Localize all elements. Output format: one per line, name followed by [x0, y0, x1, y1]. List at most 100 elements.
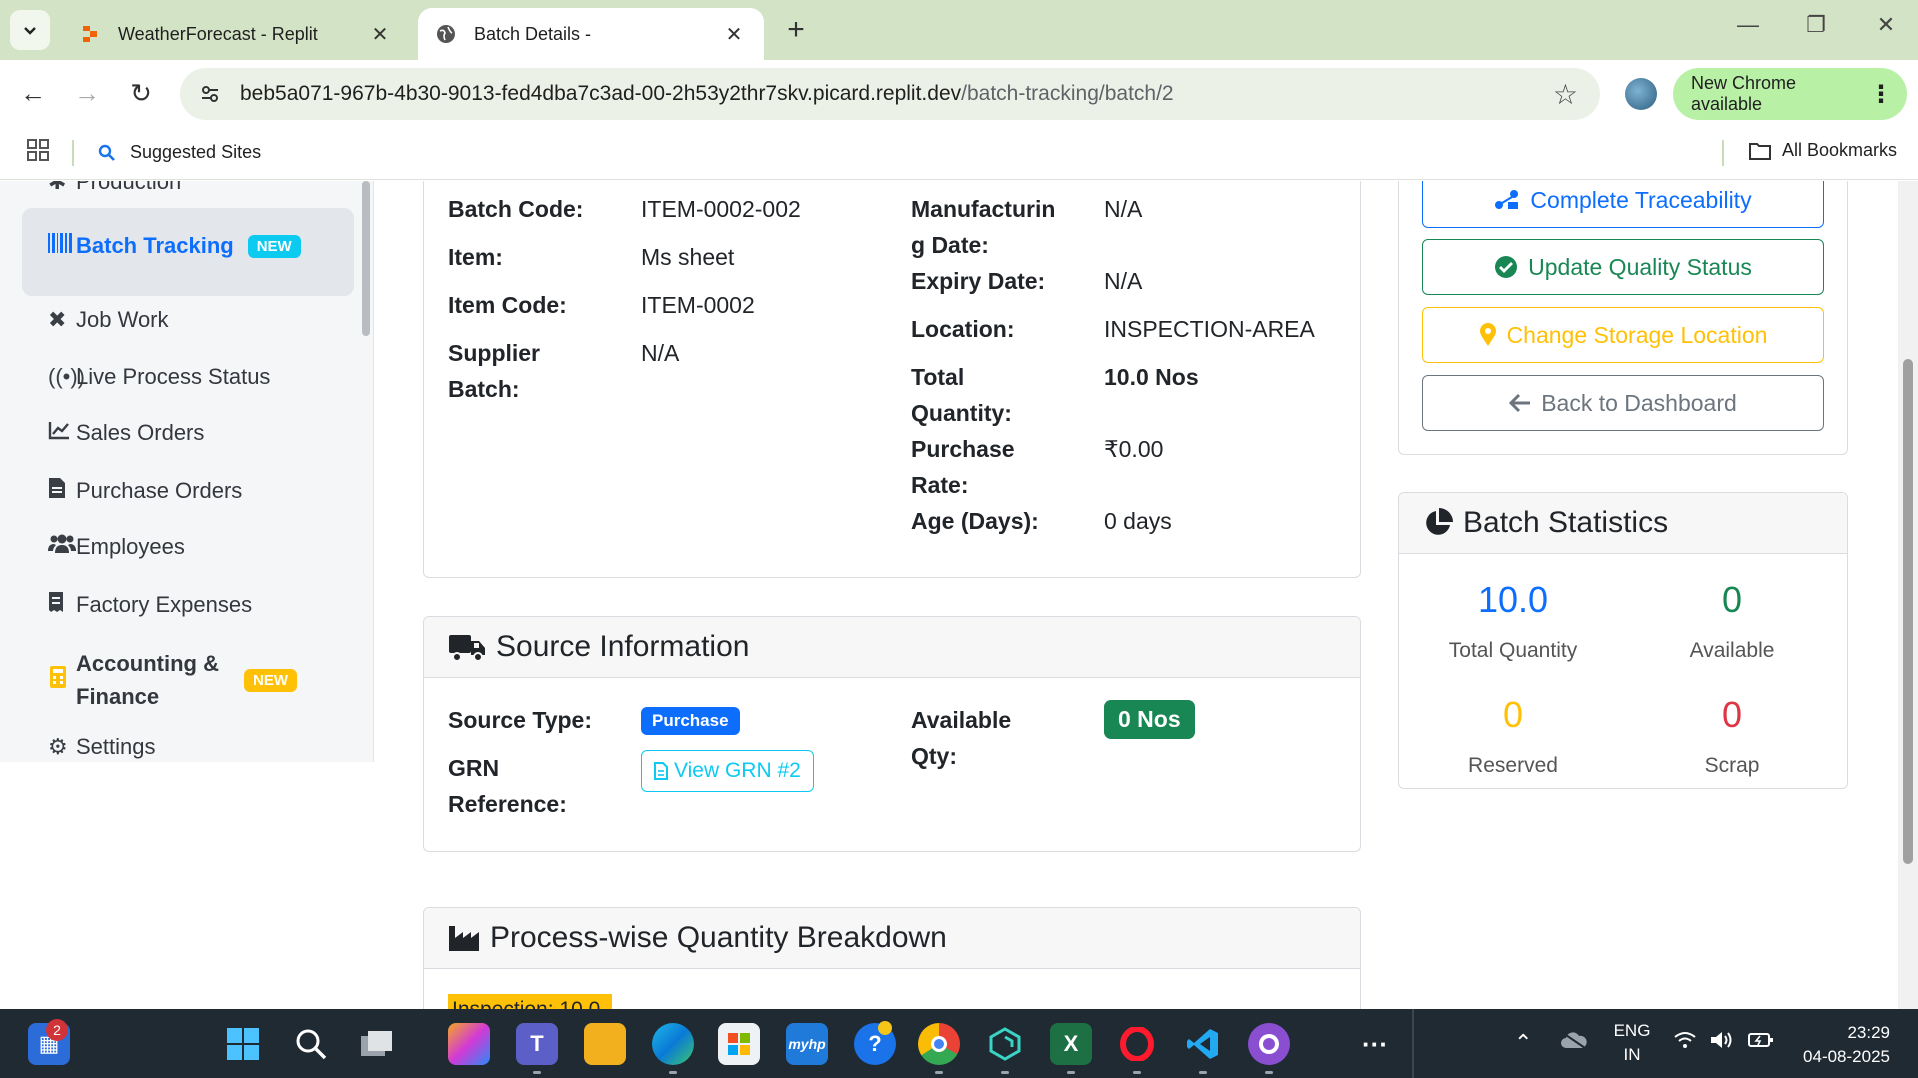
- check-circle-icon: [1495, 256, 1518, 278]
- chart-line-icon: [24, 420, 76, 446]
- microsoft-store-icon[interactable]: [718, 1023, 760, 1065]
- age-days-label: Age (Days):: [911, 508, 1039, 534]
- sidebar-item-label: Factory Expenses: [76, 592, 253, 617]
- gear-icon: ✱: [48, 181, 67, 194]
- copilot-icon[interactable]: [448, 1023, 490, 1065]
- sidebar-item-settings[interactable]: ⚙ Settings: [24, 734, 354, 760]
- process-breakdown-header: Process-wise Quantity Breakdown: [424, 908, 1360, 969]
- more-options-icon[interactable]: ⋮: [1869, 80, 1893, 109]
- running-indicator: [533, 1071, 541, 1074]
- gear-icon: ⚙: [48, 734, 68, 759]
- opera-icon[interactable]: [1116, 1023, 1158, 1065]
- stat-reserved-value: 0: [1502, 694, 1524, 735]
- browser-toolbar: ← → ↻ beb5a071-967b-4b30-9013-fed4dba7c3…: [0, 60, 1918, 128]
- close-window-icon[interactable]: ✕: [1866, 12, 1906, 38]
- address-bar[interactable]: beb5a071-967b-4b30-9013-fed4dba7c3ad-00-…: [180, 68, 1600, 120]
- update-quality-status-button[interactable]: Update Quality Status: [1422, 239, 1824, 295]
- new-chrome-available-button[interactable]: New Chrome available ⋮: [1673, 68, 1907, 120]
- available-qty-value: 0 Nos: [1104, 700, 1195, 739]
- profile-avatar[interactable]: [1625, 78, 1657, 110]
- edge-icon[interactable]: [652, 1023, 694, 1065]
- search-icon[interactable]: [290, 1023, 332, 1065]
- github-icon[interactable]: [1248, 1023, 1290, 1065]
- sidebar-item-label: Employees: [76, 534, 185, 559]
- battery-icon[interactable]: [1748, 1031, 1774, 1056]
- forward-arrow-icon[interactable]: →: [70, 78, 104, 109]
- receipt-icon: [24, 591, 76, 619]
- reload-icon[interactable]: ↻: [124, 78, 158, 109]
- change-storage-location-button[interactable]: Change Storage Location: [1422, 307, 1824, 363]
- app-cube-icon[interactable]: [984, 1023, 1026, 1065]
- calculator-icon: [24, 666, 76, 694]
- label-line: Rate:: [911, 472, 969, 498]
- view-grn-button[interactable]: View GRN #2: [641, 750, 814, 792]
- tab-weatherforecast[interactable]: WeatherForecast - Replit ✕: [62, 8, 410, 60]
- more-apps-icon[interactable]: ···: [1354, 1023, 1396, 1065]
- bookmark-star-icon[interactable]: ☆: [1553, 78, 1578, 111]
- arrow-left-icon: [1509, 393, 1531, 413]
- excel-icon[interactable]: X: [1050, 1023, 1092, 1065]
- card-title: Source Information: [496, 630, 750, 663]
- barcode-icon: [24, 233, 76, 259]
- label-line: Purchase: [911, 436, 1015, 462]
- label-line: Total: [911, 364, 965, 390]
- sidebar-item-live-process-status[interactable]: ((•)) Live Process Status: [24, 364, 354, 390]
- supplier-batch-value: N/A: [641, 340, 680, 366]
- sidebar-item-batch-tracking[interactable]: Batch Tracking NEW: [24, 233, 354, 259]
- help-notification-dot: [878, 1021, 892, 1035]
- sidebar-item-accounting-finance[interactable]: Accounting & Finance NEW: [24, 647, 354, 713]
- onedrive-icon[interactable]: [1560, 1031, 1588, 1056]
- file-invoice-icon: [24, 477, 76, 505]
- label-line: Batch:: [448, 376, 520, 402]
- file-explorer-icon[interactable]: [584, 1023, 626, 1065]
- show-hidden-icons-icon[interactable]: ⌃: [1514, 1031, 1532, 1055]
- volume-icon[interactable]: [1710, 1031, 1734, 1056]
- sidebar-item-label: Accounting & Finance: [76, 647, 226, 713]
- clock-date: 04-08-2025: [1803, 1047, 1890, 1066]
- wifi-icon[interactable]: [1674, 1031, 1696, 1056]
- chrome-icon[interactable]: [918, 1023, 960, 1065]
- teams-icon[interactable]: T: [516, 1023, 558, 1065]
- batch-statistics-header: Batch Statistics: [1399, 493, 1847, 554]
- sidebar-item-purchase-orders[interactable]: Purchase Orders: [24, 477, 354, 505]
- myhp-icon[interactable]: myhp: [786, 1023, 828, 1065]
- back-arrow-icon[interactable]: ←: [16, 78, 50, 109]
- page-scrollbar-thumb[interactable]: [1903, 359, 1913, 864]
- task-view-icon[interactable]: [356, 1023, 398, 1065]
- stat-scrap-value: 0: [1721, 694, 1743, 735]
- bookmarks-bar: Suggested Sites All Bookmarks: [0, 128, 1918, 180]
- label-line: GRN: [448, 755, 500, 781]
- sidebar-item-label: Settings: [76, 734, 156, 759]
- batch-info-card: Batch Code: ITEM-0002-002 Item: Ms sheet…: [423, 181, 1361, 578]
- industry-icon: [448, 924, 480, 952]
- sidebar-item-sales-orders[interactable]: Sales Orders: [24, 420, 354, 446]
- bookmark-suggested-sites[interactable]: Suggested Sites: [98, 142, 261, 163]
- language-indicator[interactable]: ENG IN: [1612, 1019, 1652, 1067]
- sidebar-item-employees[interactable]: Employees: [24, 534, 354, 560]
- item-code-value: ITEM-0002: [641, 292, 755, 318]
- language-label: ENG: [1613, 1021, 1651, 1040]
- sidebar: ✱ Production Batch Tracking NEW ✖ Job Wo…: [0, 181, 374, 762]
- sidebar-item-job-work[interactable]: ✖ Job Work: [24, 307, 354, 333]
- new-tab-button[interactable]: +: [780, 14, 812, 46]
- windows-start-icon[interactable]: [222, 1023, 264, 1065]
- tab-search-button[interactable]: [10, 10, 50, 50]
- close-tab-icon[interactable]: ✕: [722, 22, 746, 47]
- chevron-down-icon: [24, 27, 36, 35]
- sidebar-item-factory-expenses[interactable]: Factory Expenses: [24, 591, 354, 619]
- site-settings-icon[interactable]: [180, 83, 240, 105]
- apps-grid-icon[interactable]: [26, 138, 50, 169]
- sidebar-item-label: Batch Tracking: [76, 233, 234, 258]
- vscode-icon[interactable]: [1182, 1023, 1224, 1065]
- sidebar-scrollbar[interactable]: [362, 181, 370, 336]
- restore-icon[interactable]: ❐: [1796, 12, 1836, 38]
- sidebar-item-production[interactable]: ✱ Production: [24, 181, 354, 195]
- close-tab-icon[interactable]: ✕: [368, 22, 392, 47]
- clock[interactable]: 23:29 04-08-2025: [1794, 1021, 1890, 1069]
- tab-batch-details[interactable]: Batch Details - ✕: [418, 8, 764, 60]
- all-bookmarks-button[interactable]: All Bookmarks: [1748, 140, 1897, 161]
- complete-traceability-button[interactable]: Complete Traceability: [1422, 181, 1824, 228]
- back-to-dashboard-button[interactable]: Back to Dashboard: [1422, 375, 1824, 431]
- minimize-icon[interactable]: —: [1728, 12, 1768, 38]
- region-label: IN: [1623, 1045, 1641, 1064]
